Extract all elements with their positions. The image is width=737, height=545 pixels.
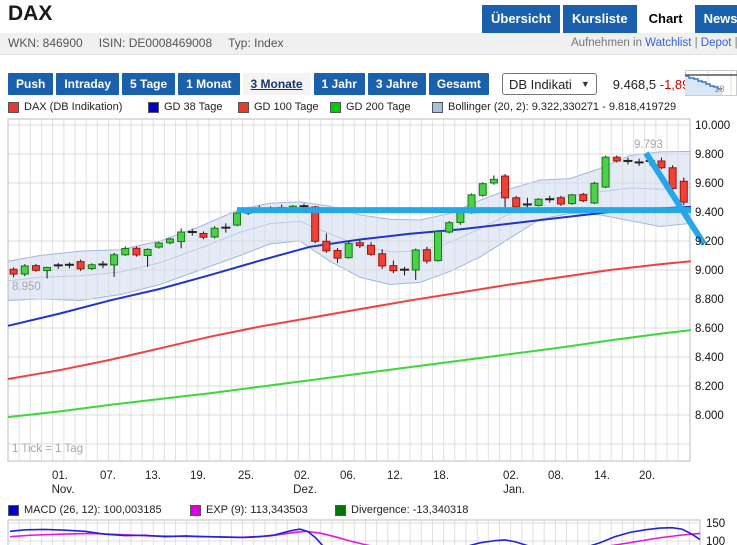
instrument-meta: WKN: 846900 ISIN: DE0008469008 Typ: Index xyxy=(8,33,300,54)
svg-text:20.: 20. xyxy=(639,470,655,482)
svg-text:8.400: 8.400 xyxy=(695,352,724,364)
instrument-meta-bar: WKN: 846900 ISIN: DE0008469008 Typ: Index … xyxy=(0,33,737,55)
legend-label: GD 38 Tage xyxy=(164,101,223,113)
watchlist-links: Aufnehmen in Watchlist | Depot | Börsen xyxy=(571,33,737,54)
link-watchlist[interactable]: Watchlist xyxy=(645,37,691,49)
svg-text:25.: 25. xyxy=(238,470,254,482)
legend-swatch xyxy=(335,504,346,516)
svg-text:18.: 18. xyxy=(433,470,449,482)
legend-item: Divergence: -13,340318 xyxy=(335,504,468,516)
svg-text:01.: 01. xyxy=(52,470,68,482)
svg-text:8.000: 8.000 xyxy=(695,410,724,422)
legend-label: MACD (26, 12): 100,003185 xyxy=(24,504,162,516)
tab-chart[interactable]: Chart xyxy=(639,5,692,33)
page-title: DAX xyxy=(8,2,53,25)
svg-text:9.800: 9.800 xyxy=(695,149,724,161)
link-depot[interactable]: Depot xyxy=(701,37,732,49)
mini-sparkline-chart: 18 xyxy=(685,70,737,96)
meta-typ: Typ: Index xyxy=(228,36,284,50)
tab-kursliste[interactable]: Kursliste xyxy=(562,5,637,33)
legend-item: EXP (9): 113,343503 xyxy=(190,504,335,516)
chart-toolbar: Push Intraday 5 Tage 1 Monat 3 Monate 1 Jahr 3… xyxy=(8,73,701,95)
svg-text:8.200: 8.200 xyxy=(695,381,724,393)
legend-label: EXP (9): 113,343503 xyxy=(206,504,308,516)
svg-text:18: 18 xyxy=(714,84,725,95)
svg-text:150: 150 xyxy=(706,518,725,530)
legend-item: DAX (DB Indikation) xyxy=(8,101,148,113)
range-button-1-jahr[interactable]: 1 Jahr xyxy=(313,73,365,95)
range-button-gesamt[interactable]: Gesamt xyxy=(428,73,489,95)
macd-chart: 150 100 xyxy=(7,518,725,545)
link-separator: | xyxy=(691,37,701,49)
svg-text:9.600: 9.600 xyxy=(695,178,724,190)
svg-text:02.: 02. xyxy=(294,470,310,482)
range-button-3-monate[interactable]: 3 Monate xyxy=(242,73,311,95)
legend-label: GD 100 Tage xyxy=(254,101,319,113)
svg-text:Jan.: Jan. xyxy=(503,484,525,496)
exchange-dropdown-label: DB Indikati xyxy=(508,76,572,92)
legend-swatch xyxy=(432,101,443,113)
range-buttons: Push Intraday 5 Tage 1 Monat 3 Monate 1 Jahr 3… xyxy=(8,73,489,95)
watchlist-prefix: Aufnehmen in xyxy=(571,37,642,49)
range-button-push[interactable]: Push xyxy=(8,73,54,95)
range-button-intraday[interactable]: Intraday xyxy=(56,73,120,95)
meta-isin: ISIN: DE0008469008 xyxy=(98,36,213,50)
meta-wkn: WKN: 846900 xyxy=(8,36,83,50)
svg-text:02.: 02. xyxy=(503,470,519,482)
nav-tabs: ÜbersichtKurslisteChartNewsFo xyxy=(482,5,737,33)
legend-label: Bollinger (20, 2): 9.322,330271 - 9.818,… xyxy=(448,101,677,113)
svg-text:10.000: 10.000 xyxy=(695,120,730,132)
svg-text:1 Tick = 1 Tag: 1 Tick = 1 Tag xyxy=(12,443,83,455)
svg-text:8.950: 8.950 xyxy=(12,281,41,293)
svg-text:12.: 12. xyxy=(387,470,403,482)
svg-text:13.: 13. xyxy=(145,470,161,482)
tab-übersicht[interactable]: Übersicht xyxy=(482,5,560,33)
range-button-3-jahre[interactable]: 3 Jahre xyxy=(367,73,426,95)
svg-text:8.600: 8.600 xyxy=(695,323,724,335)
svg-text:9.200: 9.200 xyxy=(695,236,724,248)
macd-legend: MACD (26, 12): 100,003185 EXP (9): 113,34… xyxy=(8,504,468,516)
chevron-down-icon: ▼ xyxy=(580,79,590,89)
range-button-5-tage[interactable]: 5 Tage xyxy=(122,73,176,95)
legend-item: MACD (26, 12): 100,003185 xyxy=(8,504,190,516)
legend-item: GD 38 Tage xyxy=(148,101,238,113)
legend-label: Divergence: -13,340318 xyxy=(351,504,469,516)
range-button-1-monat[interactable]: 1 Monat xyxy=(178,73,240,95)
legend-swatch xyxy=(238,101,249,113)
legend-item: Bollinger (20, 2): 9.322,330271 - 9.818,… xyxy=(432,101,676,113)
svg-text:Dez.: Dez. xyxy=(293,484,317,496)
legend-swatch xyxy=(330,101,341,113)
link-separator: | xyxy=(734,37,737,49)
legend-swatch xyxy=(8,101,19,113)
svg-text:9.000: 9.000 xyxy=(695,265,724,277)
svg-text:08.: 08. xyxy=(548,470,564,482)
dax-chart-page: DAX ÜbersichtKurslisteChartNewsFo WKN: 8… xyxy=(0,0,737,545)
legend-swatch xyxy=(8,504,19,516)
svg-text:100: 100 xyxy=(706,536,725,545)
legend-label: DAX (DB Indikation) xyxy=(24,101,123,113)
svg-text:8.800: 8.800 xyxy=(695,294,724,306)
exchange-dropdown[interactable]: DB Indikati ▼ xyxy=(501,73,597,95)
svg-text:19.: 19. xyxy=(190,470,206,482)
svg-text:9.793: 9.793 xyxy=(634,139,663,151)
main-candlestick-chart: 9.793 8.950 1 Tick = 1 Tag 10.000 9.800 9.600… xyxy=(7,118,730,496)
svg-text:07.: 07. xyxy=(100,470,116,482)
svg-text:Nov.: Nov. xyxy=(52,484,75,496)
tab-news[interactable]: News xyxy=(694,5,737,33)
legend-label: GD 200 Tage xyxy=(346,101,411,113)
svg-text:06.: 06. xyxy=(340,470,356,482)
svg-text:9.400: 9.400 xyxy=(695,207,724,219)
quote-value: 9.468,5 xyxy=(612,76,657,92)
legend-item: GD 100 Tage xyxy=(238,101,330,113)
main-chart-legend: DAX (DB Indikation) GD 38 Tage GD 100 Tage… xyxy=(8,101,676,113)
legend-swatch xyxy=(190,504,201,516)
legend-swatch xyxy=(148,101,159,113)
svg-text:14.: 14. xyxy=(594,470,610,482)
legend-item: GD 200 Tage xyxy=(330,101,432,113)
